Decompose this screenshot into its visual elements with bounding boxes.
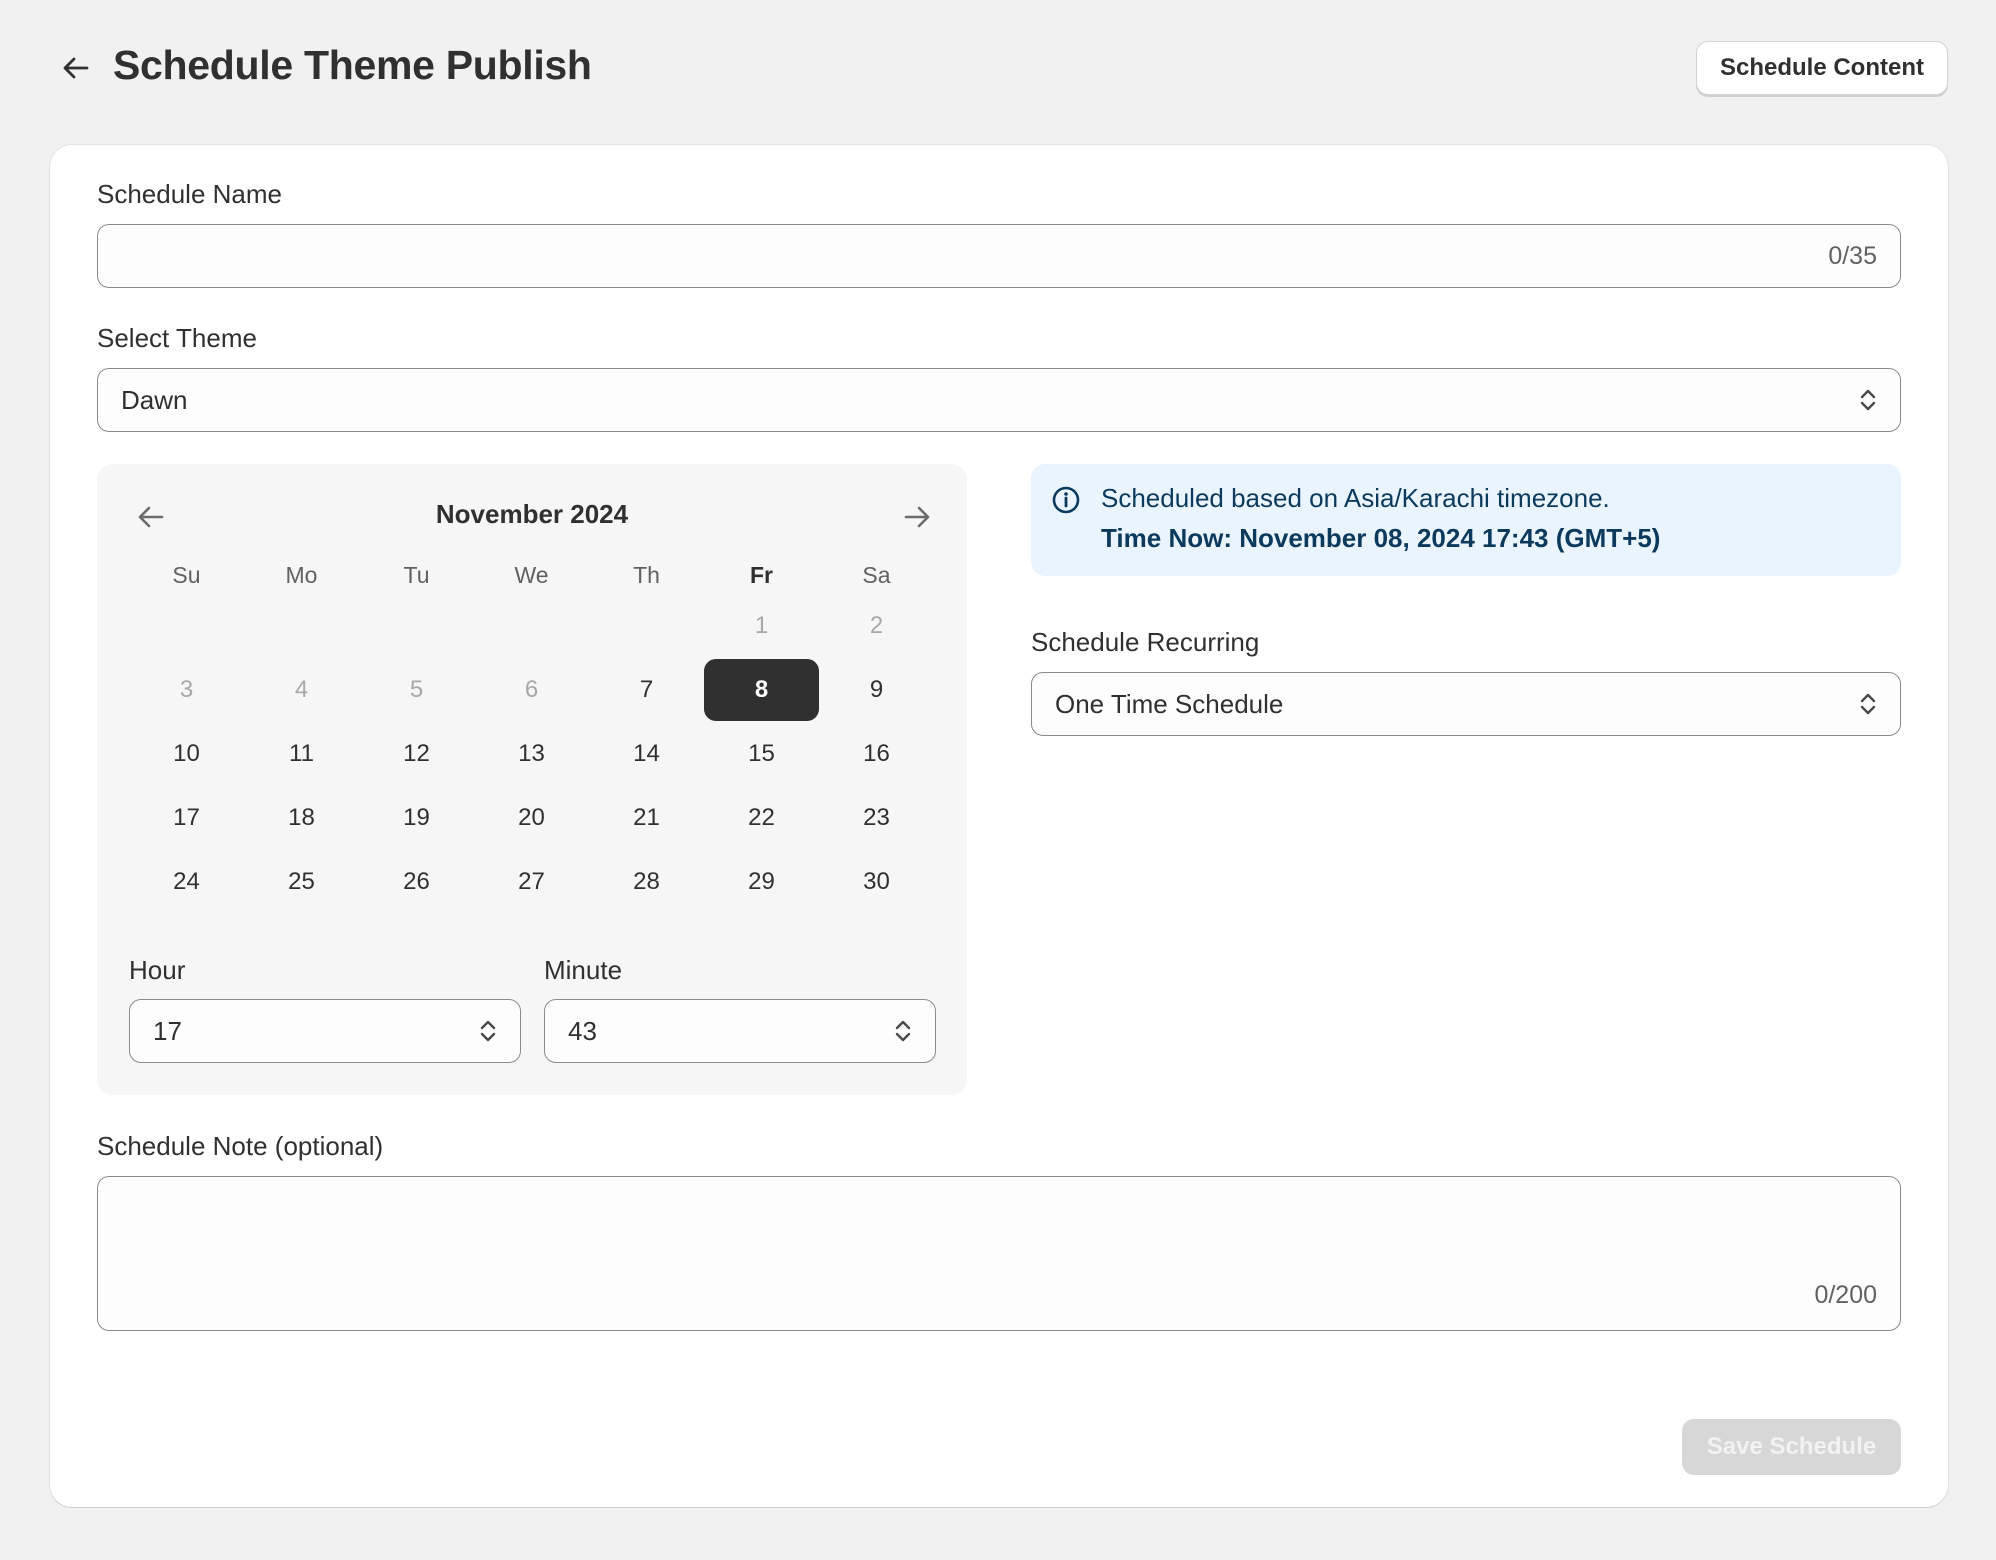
theme-select-value: Dawn [121, 385, 188, 415]
select-arrows-icon [895, 1020, 911, 1042]
calendar-day[interactable]: 12 [359, 723, 474, 785]
schedule-content-button[interactable]: Schedule Content [1696, 41, 1948, 95]
calendar-day[interactable]: 27 [474, 851, 589, 913]
minute-select-value: 43 [568, 1016, 597, 1046]
calendar-day[interactable]: 20 [474, 787, 589, 849]
recurring-select-value: One Time Schedule [1055, 689, 1284, 719]
schedule-name-counter: 0/35 [1828, 242, 1877, 270]
weekday-label: Su [172, 562, 201, 588]
calendar-day: 6 [524, 676, 539, 703]
schedule-name-label: Schedule Name [97, 179, 282, 209]
hour-select[interactable]: 17 [129, 999, 521, 1063]
calendar-day[interactable]: 14 [589, 723, 704, 785]
calendar-day: 4 [294, 676, 309, 703]
weekday-label: Tu [403, 562, 430, 588]
calendar-day[interactable]: 22 [704, 787, 819, 849]
calendar-day: 1 [754, 612, 769, 639]
select-arrows-icon [480, 1020, 496, 1042]
next-month-button[interactable] [897, 497, 937, 537]
schedule-form-card: Schedule Name 0/35 Select Theme Dawn Nov… [50, 145, 1948, 1507]
arrow-right-icon [904, 506, 930, 528]
calendar-day[interactable]: 28 [589, 851, 704, 913]
schedule-note-label: Schedule Note (optional) [97, 1131, 384, 1161]
hour-select-value: 17 [153, 1016, 182, 1046]
minute-select[interactable]: 43 [544, 999, 936, 1063]
schedule-note-counter: 0/200 [1814, 1281, 1877, 1309]
back-button[interactable] [52, 44, 100, 92]
page-title: Schedule Theme Publish [113, 42, 592, 88]
save-schedule-button[interactable]: Save Schedule [1682, 1419, 1901, 1475]
weekday-label: Mo [285, 562, 318, 588]
recurring-select[interactable]: One Time Schedule [1031, 672, 1901, 736]
calendar-day[interactable]: 7 [589, 659, 704, 721]
calendar-day[interactable]: 25 [244, 851, 359, 913]
schedule-note-textarea[interactable]: 0/200 [97, 1176, 1901, 1331]
minute-label: Minute [544, 955, 623, 985]
calendar-day-selected[interactable]: 8 [704, 659, 819, 721]
calendar-day: 2 [869, 612, 884, 639]
weekday-label: We [514, 562, 549, 588]
calendar-day[interactable]: 13 [474, 723, 589, 785]
calendar-day[interactable]: 18 [244, 787, 359, 849]
calendar-day: 5 [409, 676, 424, 703]
select-theme-label: Select Theme [97, 323, 257, 353]
calendar-day[interactable]: 24 [129, 851, 244, 913]
calendar-day[interactable]: 26 [359, 851, 474, 913]
calendar-day[interactable]: 21 [589, 787, 704, 849]
weekday-label: Sa [862, 562, 891, 588]
date-picker: November 2024 Su Mo Tu We Th Fr Sa 1 2 3 4 5 6 7 8 9 10… [97, 464, 967, 1095]
schedule-recurring-label: Schedule Recurring [1031, 627, 1260, 657]
current-time-text: Time Now: November 08, 2024 17:43 (GMT+5… [1101, 523, 1661, 553]
calendar-day[interactable]: 11 [244, 723, 359, 785]
arrow-left-icon [63, 57, 89, 79]
calendar-day[interactable]: 17 [129, 787, 244, 849]
calendar-day[interactable]: 29 [704, 851, 819, 913]
weekday-label: Th [633, 562, 660, 588]
page-header: Schedule Theme Publish Schedule Content [0, 0, 1996, 140]
theme-select[interactable]: Dawn [97, 368, 1901, 432]
schedule-name-input[interactable]: 0/35 [97, 224, 1901, 288]
timezone-text: Scheduled based on Asia/Karachi timezone… [1101, 483, 1610, 513]
calendar-day[interactable]: 9 [819, 659, 934, 721]
calendar-day[interactable]: 16 [819, 723, 934, 785]
calendar-day[interactable]: 10 [129, 723, 244, 785]
month-label: November 2024 [435, 499, 629, 529]
select-arrows-icon [1860, 389, 1876, 411]
hour-label: Hour [129, 955, 186, 985]
info-icon [1052, 486, 1080, 514]
select-arrows-icon [1860, 693, 1876, 715]
timezone-banner: Scheduled based on Asia/Karachi timezone… [1031, 464, 1901, 576]
calendar-day[interactable]: 19 [359, 787, 474, 849]
calendar-day[interactable]: 23 [819, 787, 934, 849]
calendar-day[interactable]: 30 [819, 851, 934, 913]
calendar-day[interactable]: 15 [704, 723, 819, 785]
weekday-label: Fr [750, 562, 773, 588]
calendar-day: 3 [179, 676, 194, 703]
